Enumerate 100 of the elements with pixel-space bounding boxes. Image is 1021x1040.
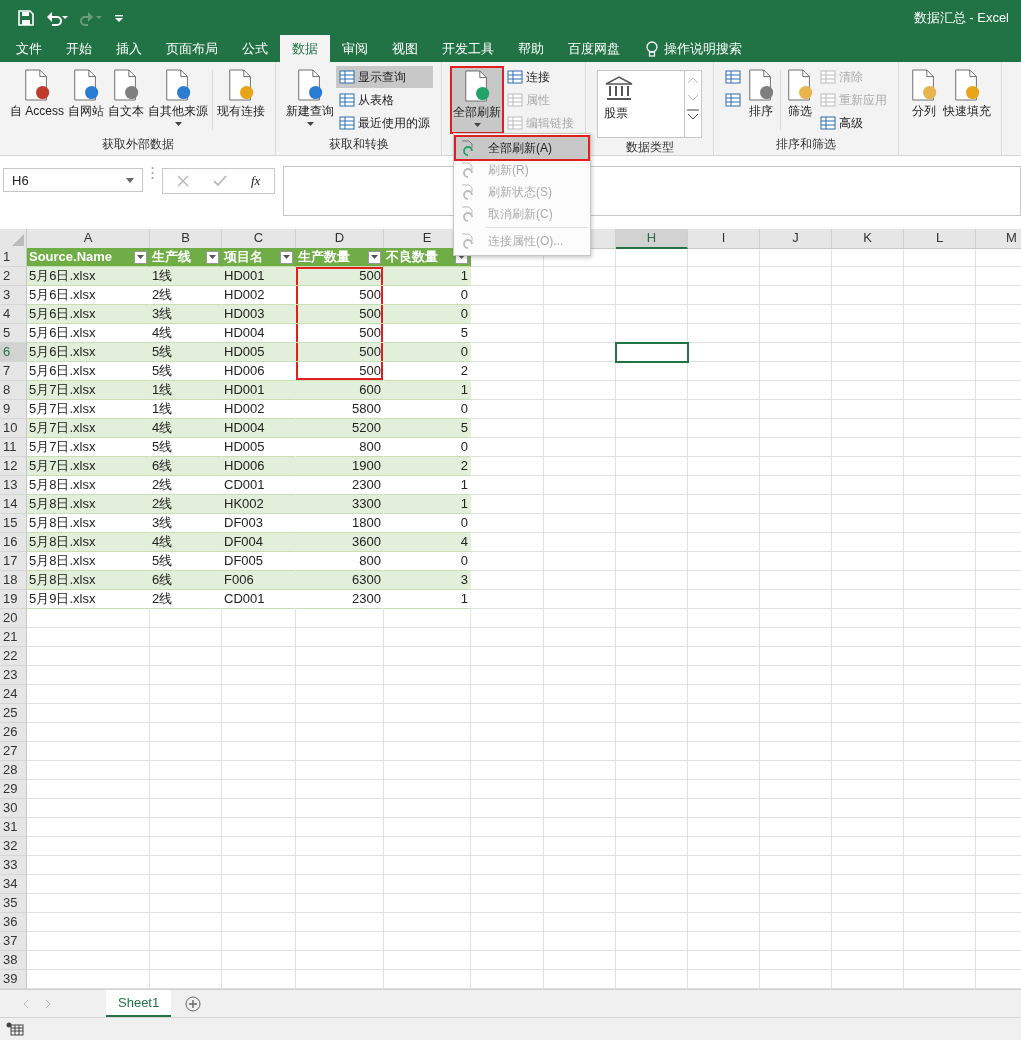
column-header[interactable]: I xyxy=(688,229,760,249)
row-header[interactable]: 26 xyxy=(0,723,27,742)
column-header[interactable]: A xyxy=(27,229,150,249)
row-header[interactable]: 39 xyxy=(0,970,27,989)
save-icon[interactable] xyxy=(18,9,34,26)
filter-button[interactable] xyxy=(368,250,381,264)
row-header[interactable]: 8 xyxy=(0,381,27,400)
ribbon-button[interactable]: 排序 xyxy=(744,66,778,134)
row-header[interactable]: 38 xyxy=(0,951,27,970)
row-header[interactable]: 28 xyxy=(0,761,27,780)
row-header[interactable]: 15 xyxy=(0,514,27,533)
row-header[interactable]: 9 xyxy=(0,400,27,419)
row-header[interactable]: 18 xyxy=(0,571,27,590)
column-header[interactable]: C xyxy=(222,229,296,249)
ribbon-tab[interactable]: 帮助 xyxy=(506,35,556,62)
sheet-tab[interactable]: Sheet1 xyxy=(106,990,172,1017)
row-header[interactable]: 30 xyxy=(0,799,27,818)
ribbon-tab[interactable]: 开始 xyxy=(54,35,104,62)
cancel-icon[interactable] xyxy=(177,175,189,187)
ribbon-button[interactable]: 最近使用的源 xyxy=(336,112,433,134)
row-header[interactable]: 4 xyxy=(0,305,27,324)
macro-icon[interactable] xyxy=(6,1022,24,1036)
insert-function-button[interactable]: fx xyxy=(251,173,261,189)
search-field[interactable]: 操作说明搜索 xyxy=(664,41,754,56)
ribbon-tab[interactable]: 公式 xyxy=(230,35,280,62)
ribbon-tab[interactable]: 审阅 xyxy=(330,35,380,62)
row-header[interactable]: 36 xyxy=(0,913,27,932)
row-header[interactable]: 37 xyxy=(0,932,27,951)
ribbon-button[interactable]: 高级 xyxy=(817,112,890,134)
row-header[interactable]: 3 xyxy=(0,286,27,305)
row-header[interactable]: 32 xyxy=(0,837,27,856)
column-header[interactable]: J xyxy=(760,229,832,249)
ribbon-button[interactable]: 从表格 xyxy=(336,89,433,111)
ribbon-button[interactable]: 自网站 xyxy=(66,66,106,134)
filter-button[interactable] xyxy=(134,250,147,264)
ribbon-button[interactable]: 现有连接 xyxy=(215,66,267,134)
ribbon-tab[interactable]: 页面布局 xyxy=(154,35,230,62)
table-cell: 5月8日.xlsx xyxy=(27,514,150,533)
ribbon-button[interactable]: 自其他来源 xyxy=(146,66,210,134)
grid-icon xyxy=(820,115,836,131)
row-header[interactable]: 10 xyxy=(0,419,27,438)
row-header[interactable]: 7 xyxy=(0,362,27,381)
ribbon-tab[interactable]: 文件 xyxy=(4,35,54,62)
row-header[interactable]: 35 xyxy=(0,894,27,913)
filter-button[interactable] xyxy=(206,250,219,264)
ribbon-button[interactable]: 显示查询 xyxy=(336,66,433,88)
row-header[interactable]: 6 xyxy=(0,343,27,362)
row-header[interactable]: 19 xyxy=(0,590,27,609)
row-header[interactable]: 16 xyxy=(0,533,27,552)
scroll-left-icon[interactable] xyxy=(22,998,30,1009)
row-header[interactable]: 31 xyxy=(0,818,27,837)
ribbon-tab[interactable]: 插入 xyxy=(104,35,154,62)
ribbon-button[interactable]: 自文本 xyxy=(106,66,146,134)
group-label: 获取外部数据 xyxy=(101,137,174,151)
column-header[interactable]: L xyxy=(904,229,976,249)
row-header[interactable]: 23 xyxy=(0,666,27,685)
filter-button[interactable] xyxy=(280,250,293,264)
ribbon-tab[interactable]: 视图 xyxy=(380,35,430,62)
row-header[interactable]: 12 xyxy=(0,457,27,476)
row-header[interactable]: 14 xyxy=(0,495,27,514)
ribbon-button[interactable]: 新建查询 xyxy=(284,66,336,134)
row-header[interactable]: 29 xyxy=(0,780,27,799)
ribbon-button[interactable]: 筛选 xyxy=(783,66,817,134)
row-header[interactable]: 13 xyxy=(0,476,27,495)
scroll-right-icon[interactable] xyxy=(44,998,52,1009)
name-box[interactable]: H6 xyxy=(3,168,143,192)
table-cell: DF004 xyxy=(222,533,296,552)
ribbon-button[interactable]: 连接 xyxy=(504,66,577,88)
column-header[interactable]: K xyxy=(832,229,904,249)
data-type-option[interactable]: 股票 xyxy=(597,70,685,138)
row-header[interactable]: 1 xyxy=(0,248,27,267)
column-header[interactable]: D xyxy=(296,229,384,249)
column-header[interactable]: M xyxy=(976,229,1021,249)
row-header[interactable]: 34 xyxy=(0,875,27,894)
ribbon-tab[interactable]: 百度网盘 xyxy=(556,35,632,62)
row-header[interactable]: 20 xyxy=(0,609,27,628)
ribbon-button[interactable]: 自 Access xyxy=(8,66,66,134)
ribbon-tab[interactable]: 数据 xyxy=(280,35,330,62)
ribbon-button[interactable]: 全部刷新 xyxy=(450,66,504,134)
customize-icon[interactable] xyxy=(114,12,124,23)
column-header[interactable]: H xyxy=(616,229,688,249)
ribbon-tab[interactable]: 开发工具 xyxy=(430,35,506,62)
ribbon-button[interactable]: 快速填充 xyxy=(941,66,993,134)
active-cell[interactable] xyxy=(616,343,688,362)
column-header[interactable]: B xyxy=(150,229,222,249)
row-header[interactable]: 27 xyxy=(0,742,27,761)
row-header[interactable]: 24 xyxy=(0,685,27,704)
check-icon[interactable] xyxy=(213,175,227,187)
row-header[interactable]: 17 xyxy=(0,552,27,571)
row-header[interactable]: 22 xyxy=(0,647,27,666)
row-header[interactable]: 2 xyxy=(0,267,27,286)
row-header[interactable]: 33 xyxy=(0,856,27,875)
row-header[interactable]: 21 xyxy=(0,628,27,647)
ribbon-button[interactable]: 分列 xyxy=(907,66,941,134)
row-header[interactable]: 25 xyxy=(0,704,27,723)
row-header[interactable]: 11 xyxy=(0,438,27,457)
redo-icon[interactable] xyxy=(80,9,102,26)
add-sheet-icon[interactable] xyxy=(185,995,202,1012)
row-header[interactable]: 5 xyxy=(0,324,27,343)
menu-item[interactable]: 全部刷新(A) xyxy=(456,137,588,159)
